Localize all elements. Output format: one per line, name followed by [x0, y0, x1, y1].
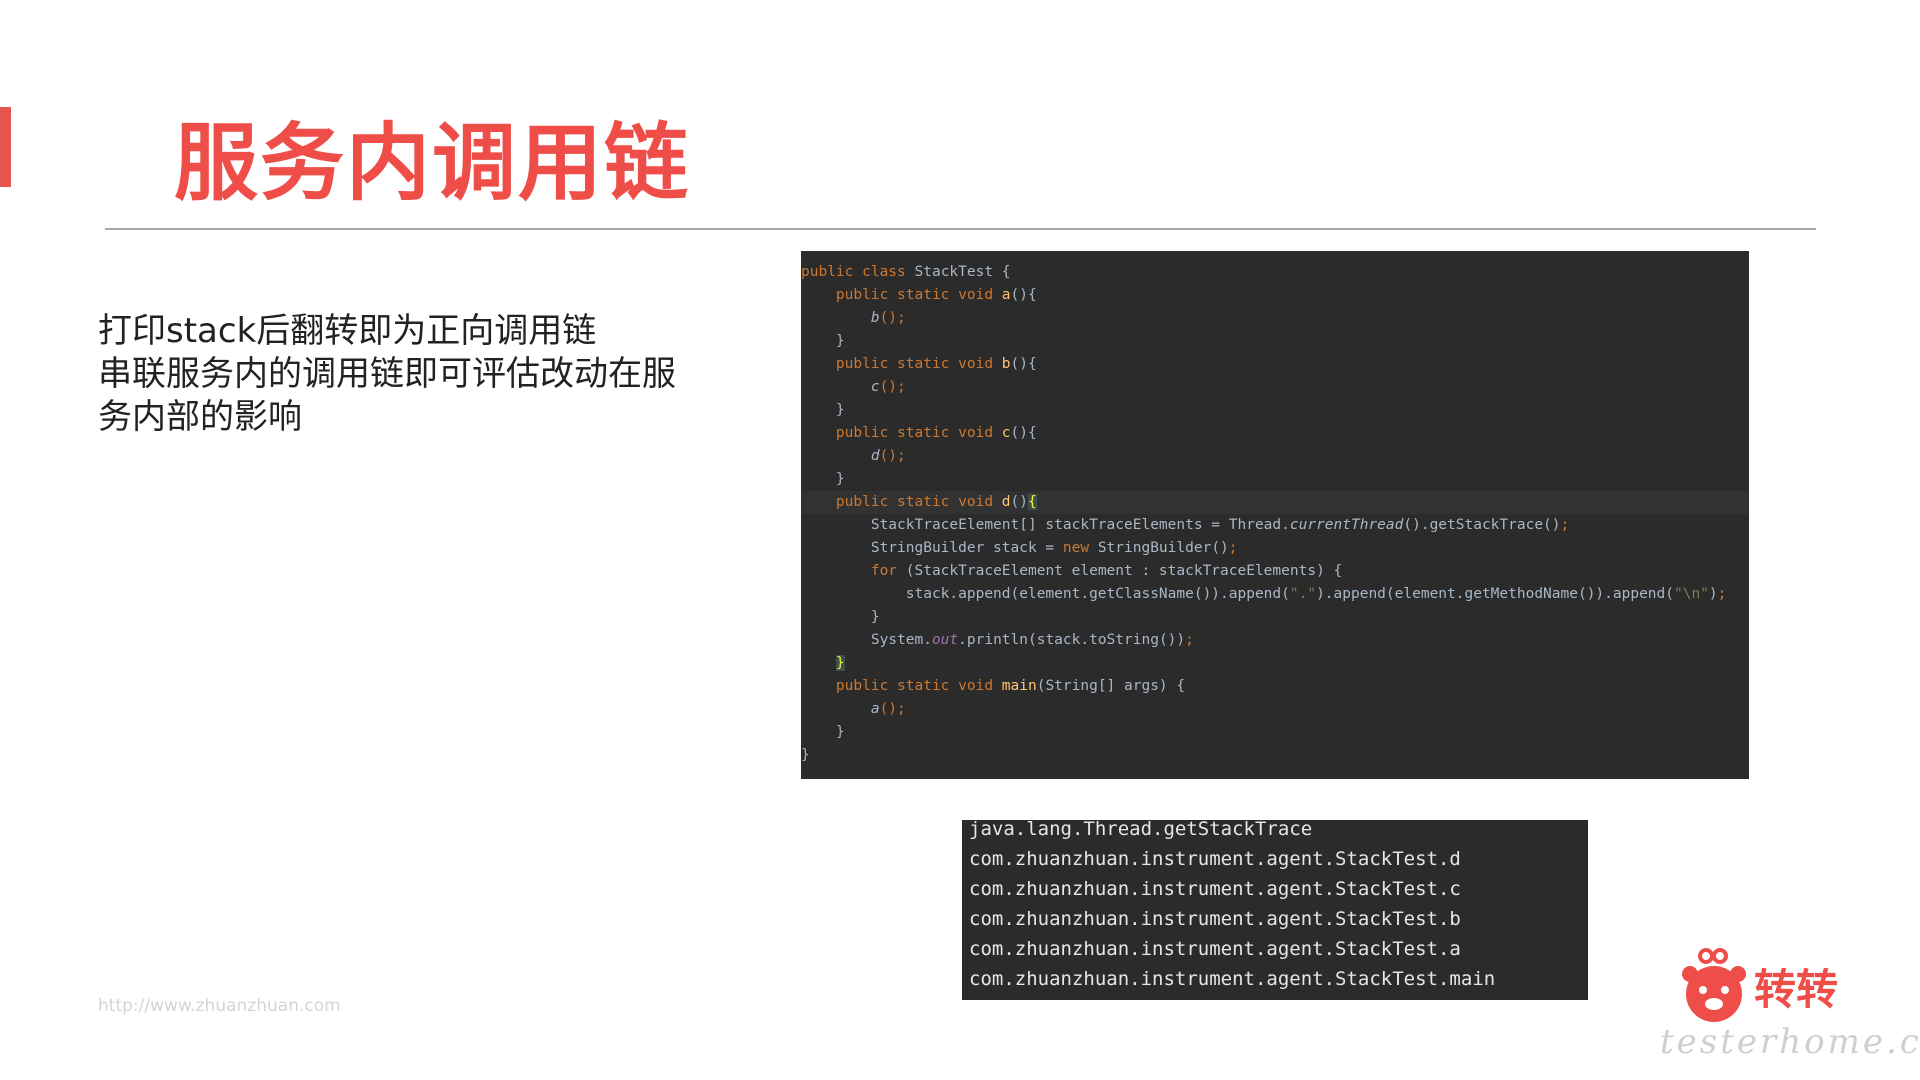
code-line: }	[801, 747, 810, 763]
title-accent-bar	[0, 107, 11, 187]
output-line: com.zhuanzhuan.instrument.agent.StackTes…	[969, 908, 1461, 930]
description-line: 务内部的影响	[98, 397, 302, 437]
code-line-current: public static void d(){	[801, 491, 1749, 514]
matched-brace: {	[1028, 494, 1037, 510]
output-line: com.zhuanzhuan.instrument.agent.StackTes…	[969, 938, 1461, 960]
code-token: public static void	[801, 425, 1002, 441]
code-token: stack.append(element.getClassName()).app…	[801, 586, 1290, 602]
code-token: ).append(element.getMethodName()).append…	[1316, 586, 1674, 602]
code-line: }	[801, 333, 845, 349]
code-line: for (StackTraceElement element : stackTr…	[801, 560, 1749, 583]
code-token: ();	[879, 448, 906, 464]
code-token: d	[1001, 494, 1011, 510]
code-line: a();	[801, 698, 1749, 721]
code-token: a	[870, 701, 880, 717]
description-text: 打印stack后翻转即为正向调用链 串联服务内的调用链即可评估改动在服 务内部的…	[98, 310, 738, 439]
code-line: public static void c(){	[801, 422, 1749, 445]
mascot-icon	[1682, 948, 1746, 1022]
code-token: public static void	[801, 678, 1002, 694]
code-token: "."	[1289, 586, 1317, 602]
code-token: public static void	[801, 287, 1002, 303]
code-line: b();	[801, 307, 1749, 330]
watermark: testerhome.com	[1660, 1022, 1920, 1062]
code-token: for	[870, 563, 906, 579]
code-line: StringBuilder stack = new StringBuilder(…	[801, 537, 1749, 560]
code-line: stack.append(element.getClassName()).app…	[801, 583, 1749, 606]
code-token: (){	[1010, 356, 1037, 372]
code-line: public static void b(){	[801, 353, 1749, 376]
code-token: StringBuilder stack =	[801, 540, 1063, 556]
code-token: (String[] args) {	[1036, 678, 1186, 694]
code-token: ();	[879, 379, 906, 395]
code-line: public static void a(){	[801, 284, 1749, 307]
code-token: b	[1001, 356, 1011, 372]
code-line: }	[801, 724, 845, 740]
console-output: java.lang.Thread.getStackTrace com.zhuan…	[962, 820, 1588, 1000]
code-token: "\n"	[1674, 586, 1709, 602]
code-token: new	[1062, 540, 1098, 556]
code-token: public class	[801, 264, 915, 280]
code-token: ;	[1185, 632, 1194, 648]
code-token: ().getStackTrace()	[1403, 517, 1561, 533]
code-line: d();	[801, 445, 1749, 468]
code-token: b	[870, 310, 880, 326]
code-token: System.	[801, 632, 932, 648]
output-line: com.zhuanzhuan.instrument.agent.StackTes…	[969, 968, 1496, 990]
brand-name: 转转	[1754, 965, 1839, 1014]
code-token: d	[870, 448, 880, 464]
code-line: }	[801, 471, 845, 487]
title-divider	[105, 228, 1816, 230]
code-token: ;	[1717, 586, 1727, 602]
output-line: com.zhuanzhuan.instrument.agent.StackTes…	[969, 848, 1461, 870]
code-token: out	[931, 632, 959, 648]
code-token: (){	[1010, 425, 1037, 441]
footer-url: http://www.zhuanzhuan.com	[98, 996, 341, 1016]
code-token: public static void	[801, 494, 1002, 510]
code-line: System.out.println(stack.toString());	[801, 629, 1749, 652]
code-line: }	[801, 609, 880, 625]
code-line: c();	[801, 376, 1749, 399]
output-line: java.lang.Thread.getStackTrace	[969, 820, 1313, 840]
code-token: c	[870, 379, 880, 395]
code-token: StackTest {	[914, 264, 1011, 280]
code-line: StackTraceElement[] stackTraceElements =…	[801, 514, 1749, 537]
code-token: ()	[1010, 494, 1028, 510]
code-token: ;	[1560, 517, 1570, 533]
code-token: )	[1708, 586, 1718, 602]
description-line: 串联服务内的调用链即可评估改动在服	[98, 354, 676, 394]
code-token: main	[1001, 678, 1037, 694]
code-token: a	[1001, 287, 1011, 303]
brand-logo: 转转	[1676, 948, 1846, 1028]
code-token: public static void	[801, 356, 1002, 372]
code-token: ;	[1228, 540, 1238, 556]
slide-title: 服务内调用链	[174, 114, 691, 212]
code-line: public class StackTest {	[801, 261, 1749, 284]
code-token: ();	[879, 310, 906, 326]
code-token: StringBuilder()	[1097, 540, 1229, 556]
code-token: .println(stack.toString())	[958, 632, 1186, 648]
code-token: (StackTraceElement element : stackTraceE…	[905, 563, 1343, 579]
output-line: com.zhuanzhuan.instrument.agent.StackTes…	[969, 878, 1461, 900]
matched-brace: }	[835, 655, 845, 671]
code-line: }	[801, 652, 1749, 675]
code-token: c	[1001, 425, 1011, 441]
code-token: (){	[1010, 287, 1037, 303]
code-line: }	[801, 402, 845, 418]
code-line: public static void main(String[] args) {	[801, 675, 1749, 698]
code-token: StackTraceElement[] stackTraceElements =…	[801, 517, 1290, 533]
code-editor-screenshot: public class StackTest { public static v…	[801, 251, 1749, 779]
description-line: 打印stack后翻转即为正向调用链	[98, 311, 597, 351]
code-token: currentThread	[1289, 517, 1404, 533]
code-token: ();	[879, 701, 906, 717]
